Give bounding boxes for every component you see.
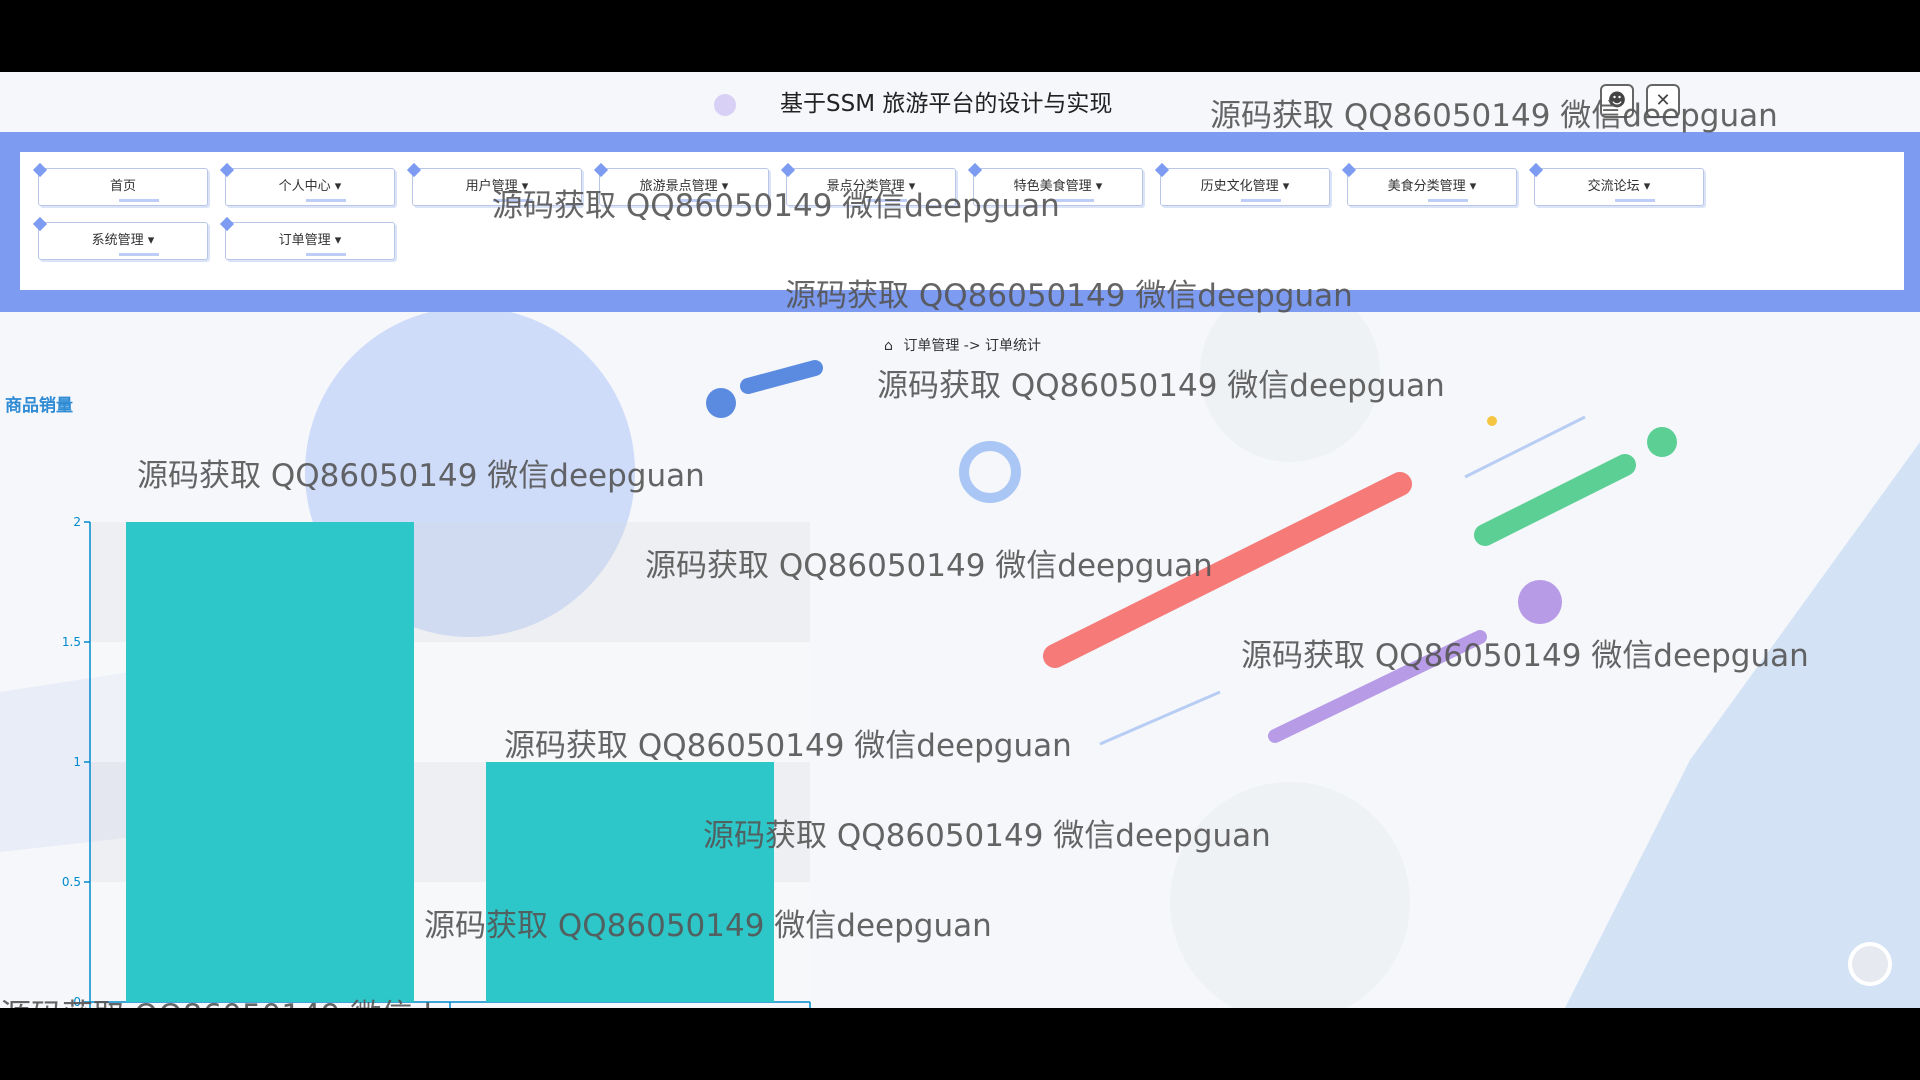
watermark-text: 源码获取 QQ86050149 微信deepguan [645, 548, 1213, 584]
watermark-text: 源码获取 QQ86050149 微信deepguan [877, 368, 1445, 404]
watermark-text: 源码获取 QQ86050149 微信deepguan [785, 278, 1353, 314]
nav-order-management[interactable]: 订单管理 ▾ [225, 222, 395, 260]
nav-forum[interactable]: 交流论坛 ▾ [1534, 168, 1704, 206]
watermark-text: 源码获取 QQ86050149 微信deepguan [492, 188, 1060, 224]
nav-history-culture-management[interactable]: 历史文化管理 ▾ [1160, 168, 1330, 206]
watermark-text: 源码获取 QQ86050149 微信deepguan [0, 990, 568, 1008]
breadcrumb-separator: -> [963, 338, 981, 354]
bar [486, 762, 774, 1002]
home-icon[interactable]: ⌂ [884, 338, 893, 354]
nav-system-management[interactable]: 系统管理 ▾ [38, 222, 208, 260]
y-tick-label: 1.5 [62, 635, 81, 649]
breadcrumb: ⌂ 订单管理 -> 订单统计 [884, 335, 1041, 355]
bar [126, 522, 414, 1002]
y-tick-label: 1 [73, 755, 81, 769]
chart-title: 商品销量 [5, 396, 73, 416]
nav-personal-center[interactable]: 个人中心 ▾ [225, 168, 395, 206]
watermark-text: 源码获取 QQ86050149 微信deepguan [1241, 638, 1809, 674]
watermark-text: 源码获取 QQ86050149 微信deepguan [424, 908, 992, 944]
nav-home[interactable]: 首页 [38, 168, 208, 206]
watermark-text: 源码获取 QQ86050149 微信deepguan [137, 458, 705, 494]
breadcrumb-parent[interactable]: 订单管理 [903, 338, 959, 354]
watermark-text: 源码获取 QQ86050149 微信deepguan [703, 818, 1271, 854]
floating-action-button[interactable] [1848, 942, 1892, 986]
y-tick-label: 0.5 [62, 875, 81, 889]
watermark-text: 源码获取 QQ86050149 微信deepguan [1210, 98, 1778, 134]
page-title: 基于SSM 旅游平台的设计与实现 [780, 91, 1113, 117]
app-window: 基于SSM 旅游平台的设计与实现 ☻ ✕ 首页 个人中心 ▾ 用户管理 ▾ 旅游… [0, 72, 1920, 1008]
watermark-text: 源码获取 QQ86050149 微信deepguan [504, 728, 1072, 764]
breadcrumb-current: 订单统计 [985, 338, 1042, 354]
nav-food-category-management[interactable]: 美食分类管理 ▾ [1347, 168, 1517, 206]
y-tick-label: 2 [73, 515, 81, 529]
